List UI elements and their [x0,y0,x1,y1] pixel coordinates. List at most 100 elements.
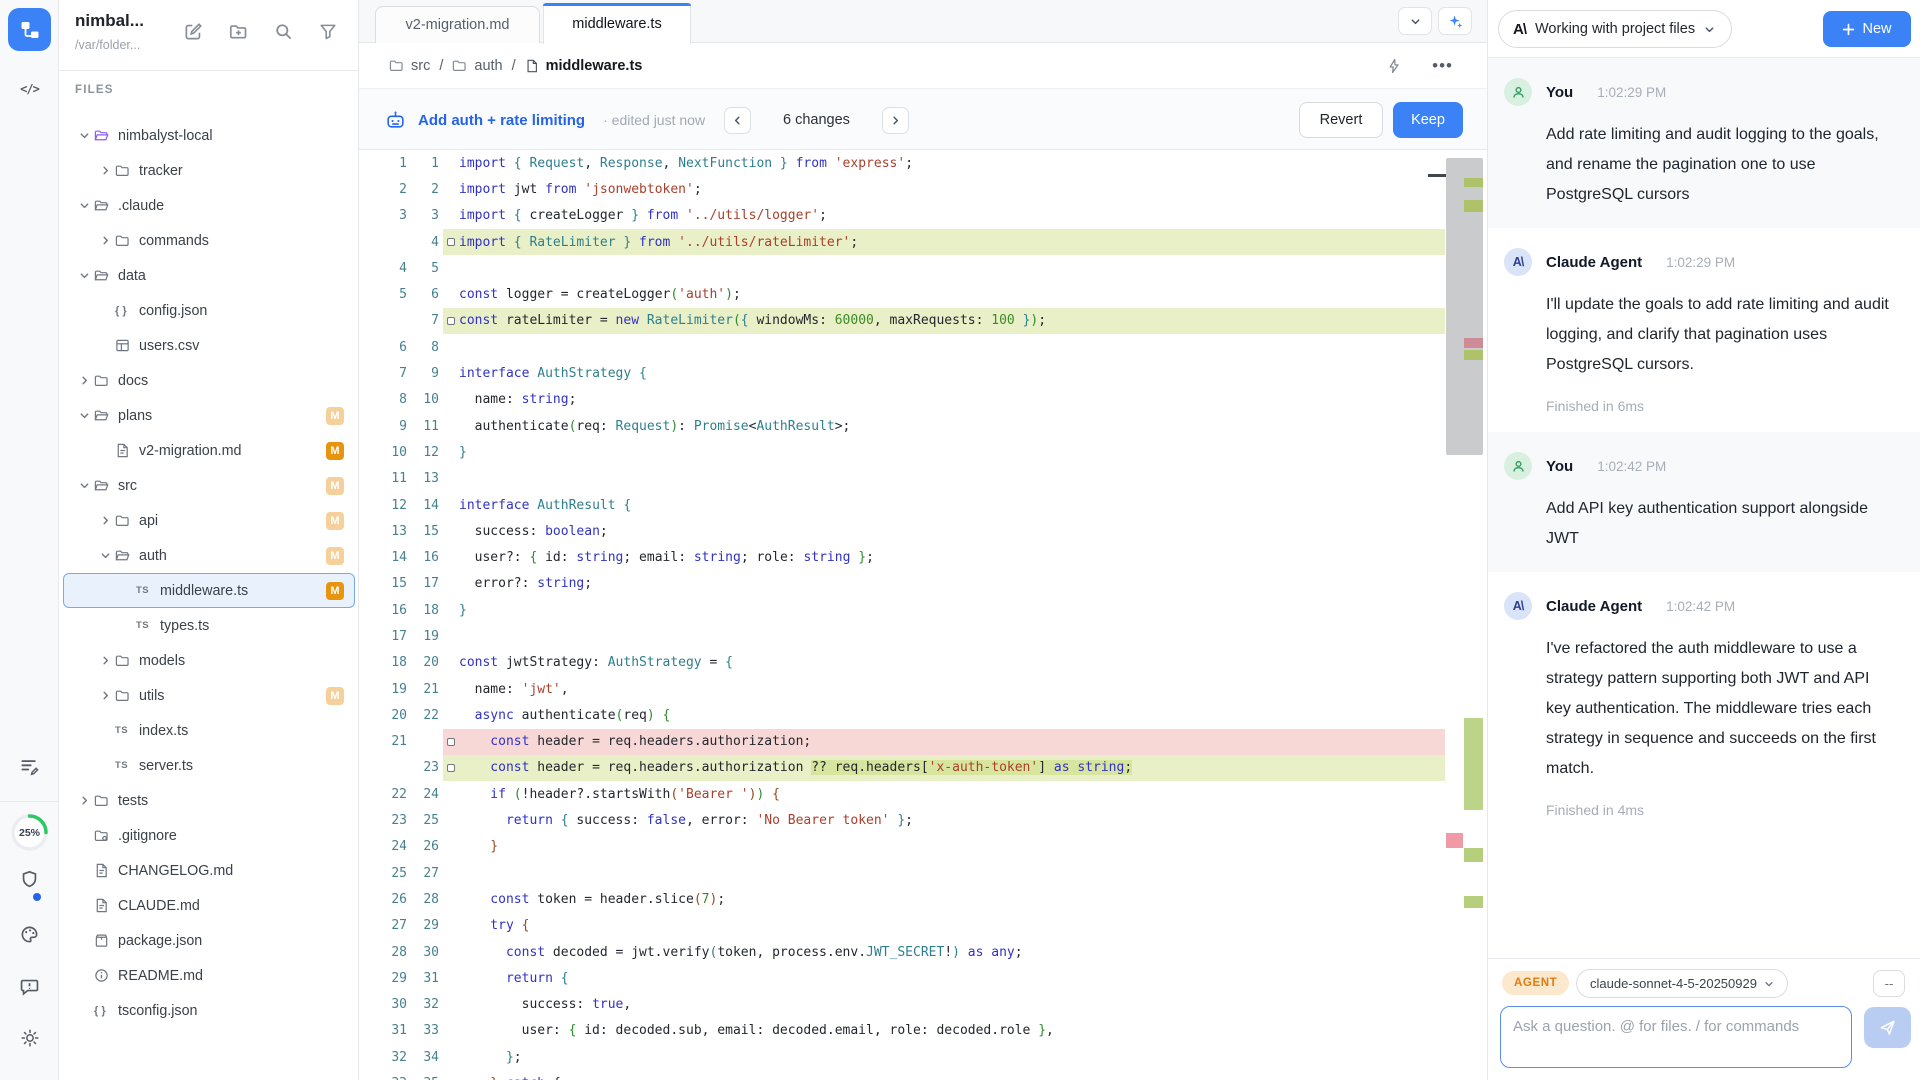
tree-item-docs[interactable]: docs [63,363,355,398]
chevron-down-icon[interactable] [74,410,94,421]
tree-item-nimbalyst-local[interactable]: nimbalyst-local [63,118,355,153]
breadcrumb-folder[interactable]: src [411,58,430,74]
chevron-down-icon[interactable] [74,270,94,281]
tree-item-tsconfig-json[interactable]: { }tsconfig.json [63,993,355,1028]
chevron-right-icon[interactable] [74,795,94,806]
chevron-right-icon[interactable] [74,375,94,386]
change-marker[interactable] [447,238,455,246]
compose-icon[interactable] [184,22,203,41]
tree-item-src[interactable]: srcM [63,468,355,503]
breadcrumb-folder[interactable]: auth [474,58,502,74]
tree-item-server-ts[interactable]: TSserver.ts [63,748,355,783]
doc-icon [115,443,139,458]
new-folder-icon[interactable] [229,22,248,41]
code-line: 33import { createLogger } from '../utils… [359,203,1445,229]
chevron-down-icon[interactable] [74,130,94,141]
keep-button[interactable]: Keep [1393,102,1463,138]
tree-item--gitignore[interactable]: .gitignore [63,818,355,853]
file-tree: nimbalyst-localtracker .claude commandsdat… [59,118,359,1028]
folder-icon [115,653,139,668]
tree-item-commands[interactable]: commands [63,223,355,258]
tree-item-config-json[interactable]: { }config.json [63,293,355,328]
new-ai-tab-button[interactable] [1438,7,1472,35]
composer: AGENT claude-sonnet-4-5-20250929 -- [1488,958,1920,1080]
tree-item-claude-md[interactable]: CLAUDE.md [63,888,355,923]
change-marker[interactable] [447,764,455,772]
chevron-right-icon[interactable] [95,655,115,666]
chevron-down-icon[interactable] [74,200,94,211]
send-button[interactable] [1864,1007,1911,1048]
model-selector[interactable]: claude-sonnet-4-5-20250929 [1576,969,1788,998]
new-line-number: 33 [407,1023,439,1038]
tree-item-tracker[interactable]: tracker [63,153,355,188]
new-line-number: 13 [407,471,439,486]
settings-gear-icon[interactable] [0,1028,59,1048]
tab-middleware[interactable]: middleware.ts [543,3,691,44]
usage-progress-ring[interactable]: 25% [9,812,50,853]
chevron-down-icon [1704,24,1715,35]
tree-item-v2-migration-md[interactable]: v2-migration.mdM [63,433,355,468]
tree-item-readme-md[interactable]: README.md [63,958,355,993]
next-change-button[interactable] [882,107,909,134]
chevron-down-icon[interactable] [74,480,94,491]
chevron-down-icon[interactable] [95,550,115,561]
diff-overview-mark [1464,178,1483,187]
tab-v2-migration[interactable]: v2-migration.md [375,6,540,43]
app-logo-icon[interactable] [8,8,51,51]
tree-item-api[interactable]: apiM [63,503,355,538]
tree-item-auth[interactable]: authM [63,538,355,573]
braces-icon: { } [94,1005,118,1017]
shield-icon[interactable] [0,870,59,889]
revert-button[interactable]: Revert [1299,102,1383,138]
filter-icon[interactable] [319,22,337,41]
new-line-number: 8 [407,340,439,355]
tree-item--claude[interactable]: .claude [63,188,355,223]
code-line: 4import { RateLimiter } from '../utils/r… [359,229,1445,255]
previous-change-button[interactable] [724,107,751,134]
file-label: .claude [118,198,164,214]
change-marker[interactable] [447,738,455,746]
chevron-right-icon[interactable] [95,690,115,701]
change-marker[interactable] [447,317,455,325]
quick-apply-icon[interactable] [1386,58,1402,74]
new-line-number: 7 [407,313,439,328]
new-session-button[interactable]: New [1823,11,1911,47]
code-panel-icon[interactable]: </> [0,82,59,96]
tree-item-changelog-md[interactable]: CHANGELOG.md [63,853,355,888]
search-icon[interactable] [274,22,293,41]
tree-item-index-ts[interactable]: TSindex.ts [63,713,355,748]
collapse-composer-button[interactable]: -- [1873,970,1905,997]
file-label: tsconfig.json [118,1003,197,1019]
new-line-number: 28 [407,892,439,907]
old-line-number: 3 [359,208,407,223]
tree-item-data[interactable]: data [63,258,355,293]
new-line-number: 22 [407,708,439,723]
notes-icon[interactable] [0,757,59,776]
tree-item-users-csv[interactable]: users.csv [63,328,355,363]
new-line-number: 29 [407,918,439,933]
feedback-icon[interactable] [0,977,59,996]
more-options-icon[interactable]: ••• [1432,56,1453,76]
code-line: 810 name: string; [359,387,1445,413]
change-set-title[interactable]: Add auth + rate limiting [418,112,585,129]
old-line-number: 18 [359,655,407,670]
chevron-right-icon[interactable] [95,515,115,526]
tree-item-models[interactable]: models [63,643,355,678]
tree-item-types-ts[interactable]: TStypes.ts [63,608,355,643]
tree-item-tests[interactable]: tests [63,783,355,818]
breadcrumb: src / auth / middleware.ts ••• [359,43,1487,88]
tree-item-package-json[interactable]: package.json [63,923,355,958]
chat-input[interactable] [1500,1006,1852,1068]
chevron-right-icon[interactable] [95,165,115,176]
tab-list-dropdown-button[interactable] [1398,7,1432,35]
tree-item-utils[interactable]: utilsM [63,678,355,713]
session-selector[interactable]: A\ Working with project files [1498,10,1732,48]
chevron-right-icon[interactable] [95,235,115,246]
code-editor[interactable]: 11import { Request, Response, NextFuncti… [359,150,1445,1080]
old-line-number: 12 [359,498,407,513]
tree-item-middleware-ts[interactable]: TSmiddleware.tsM [63,573,355,608]
tree-item-plans[interactable]: plansM [63,398,355,433]
folder-icon [452,58,467,73]
code-line: 45 [359,255,1445,281]
palette-icon[interactable] [0,925,59,944]
